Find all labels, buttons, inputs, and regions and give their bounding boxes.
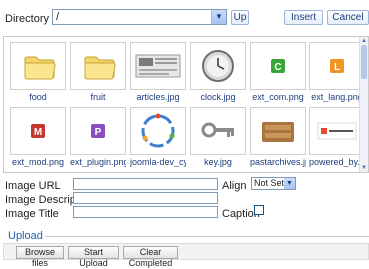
item-label: articles.jpg — [136, 92, 180, 102]
image-description-input[interactable] — [73, 192, 218, 204]
directory-value: / — [56, 11, 60, 23]
joomla-logo-thumbnail — [309, 107, 365, 155]
image-url-label: Image URL — [5, 180, 61, 192]
svg-text:C: C — [274, 62, 281, 73]
list-item-fruit[interactable]: fruit — [70, 42, 126, 102]
image-browser: food fruit articles.jpg clock.jpg C ext_… — [3, 36, 369, 173]
item-label: clock.jpg — [200, 92, 236, 102]
browser-scrollbar[interactable]: ▲ ▼ — [359, 37, 368, 172]
chevron-down-icon[interactable]: ▼ — [211, 10, 226, 24]
browse-files-button[interactable]: Browse files — [16, 246, 64, 268]
list-item-articles[interactable]: articles.jpg — [130, 42, 186, 102]
ext-plugin-icon: P — [70, 107, 126, 155]
align-value: Not Set — [254, 178, 285, 188]
item-label: joomla-dev_cycle — [130, 157, 186, 167]
list-item-ext-mod[interactable]: M ext_mod.png — [10, 107, 66, 167]
svg-text:M: M — [34, 127, 42, 138]
scroll-down-icon[interactable]: ▼ — [360, 164, 368, 172]
list-item-ext-lang[interactable]: L ext_lang.png — [309, 42, 365, 102]
scroll-up-icon[interactable]: ▲ — [360, 37, 368, 45]
list-item-ext-com[interactable]: C ext_com.png — [250, 42, 306, 102]
list-item-food[interactable]: food — [10, 42, 66, 102]
folder-icon — [70, 42, 126, 90]
item-label: ext_plugin.png — [70, 157, 126, 167]
image-title-label: Image Title — [5, 208, 59, 220]
svg-text:P: P — [95, 127, 102, 138]
folder-icon — [10, 42, 66, 90]
start-upload-button[interactable]: Start Upload — [68, 246, 119, 268]
scrollbar-thumb[interactable] — [361, 45, 367, 79]
chevron-down-icon[interactable]: ▼ — [284, 178, 295, 189]
newspaper-thumbnail — [130, 42, 186, 90]
upload-divider — [45, 236, 369, 237]
directory-label: Directory — [5, 13, 50, 25]
item-label: food — [29, 92, 47, 102]
key-thumbnail — [190, 107, 246, 155]
item-label: ext_mod.png — [11, 157, 65, 167]
list-item-joomla-dev-cycle[interactable]: joomla-dev_cycle — [130, 107, 186, 167]
upload-title: Upload — [8, 230, 43, 242]
item-label: key.jpg — [204, 157, 232, 167]
list-item-powered-by[interactable]: powered_by.png — [309, 107, 365, 167]
list-item-key[interactable]: key.jpg — [190, 107, 246, 167]
clear-completed-button[interactable]: Clear Completed — [123, 246, 178, 268]
item-label: ext_com.png — [252, 92, 304, 102]
clock-thumbnail — [190, 42, 246, 90]
caption-checkbox[interactable] — [254, 205, 264, 215]
item-label: pastarchives.jpg — [250, 157, 306, 167]
up-button[interactable]: Up — [231, 10, 249, 25]
directory-select[interactable]: / ▼ — [52, 9, 227, 25]
align-label: Align — [222, 180, 247, 192]
image-title-input[interactable] — [73, 206, 218, 218]
list-item-pastarchives[interactable]: pastarchives.jpg — [250, 107, 306, 167]
ext-lang-icon: L — [309, 42, 365, 90]
item-label: powered_by.png — [309, 157, 365, 167]
cycle-diagram-thumbnail — [130, 107, 186, 155]
archive-thumbnail — [250, 107, 306, 155]
align-select[interactable]: Not Set ▼ — [251, 177, 296, 190]
item-label: ext_lang.png — [311, 92, 363, 102]
svg-text:L: L — [334, 62, 340, 73]
ext-mod-icon: M — [10, 107, 66, 155]
list-item-clock[interactable]: clock.jpg — [190, 42, 246, 102]
insert-button[interactable]: Insert — [284, 10, 323, 25]
image-url-input[interactable] — [73, 178, 218, 190]
cancel-button[interactable]: Cancel — [327, 10, 369, 25]
ext-com-icon: C — [250, 42, 306, 90]
item-label: fruit — [90, 92, 106, 102]
list-item-ext-plugin[interactable]: P ext_plugin.png — [70, 107, 126, 167]
